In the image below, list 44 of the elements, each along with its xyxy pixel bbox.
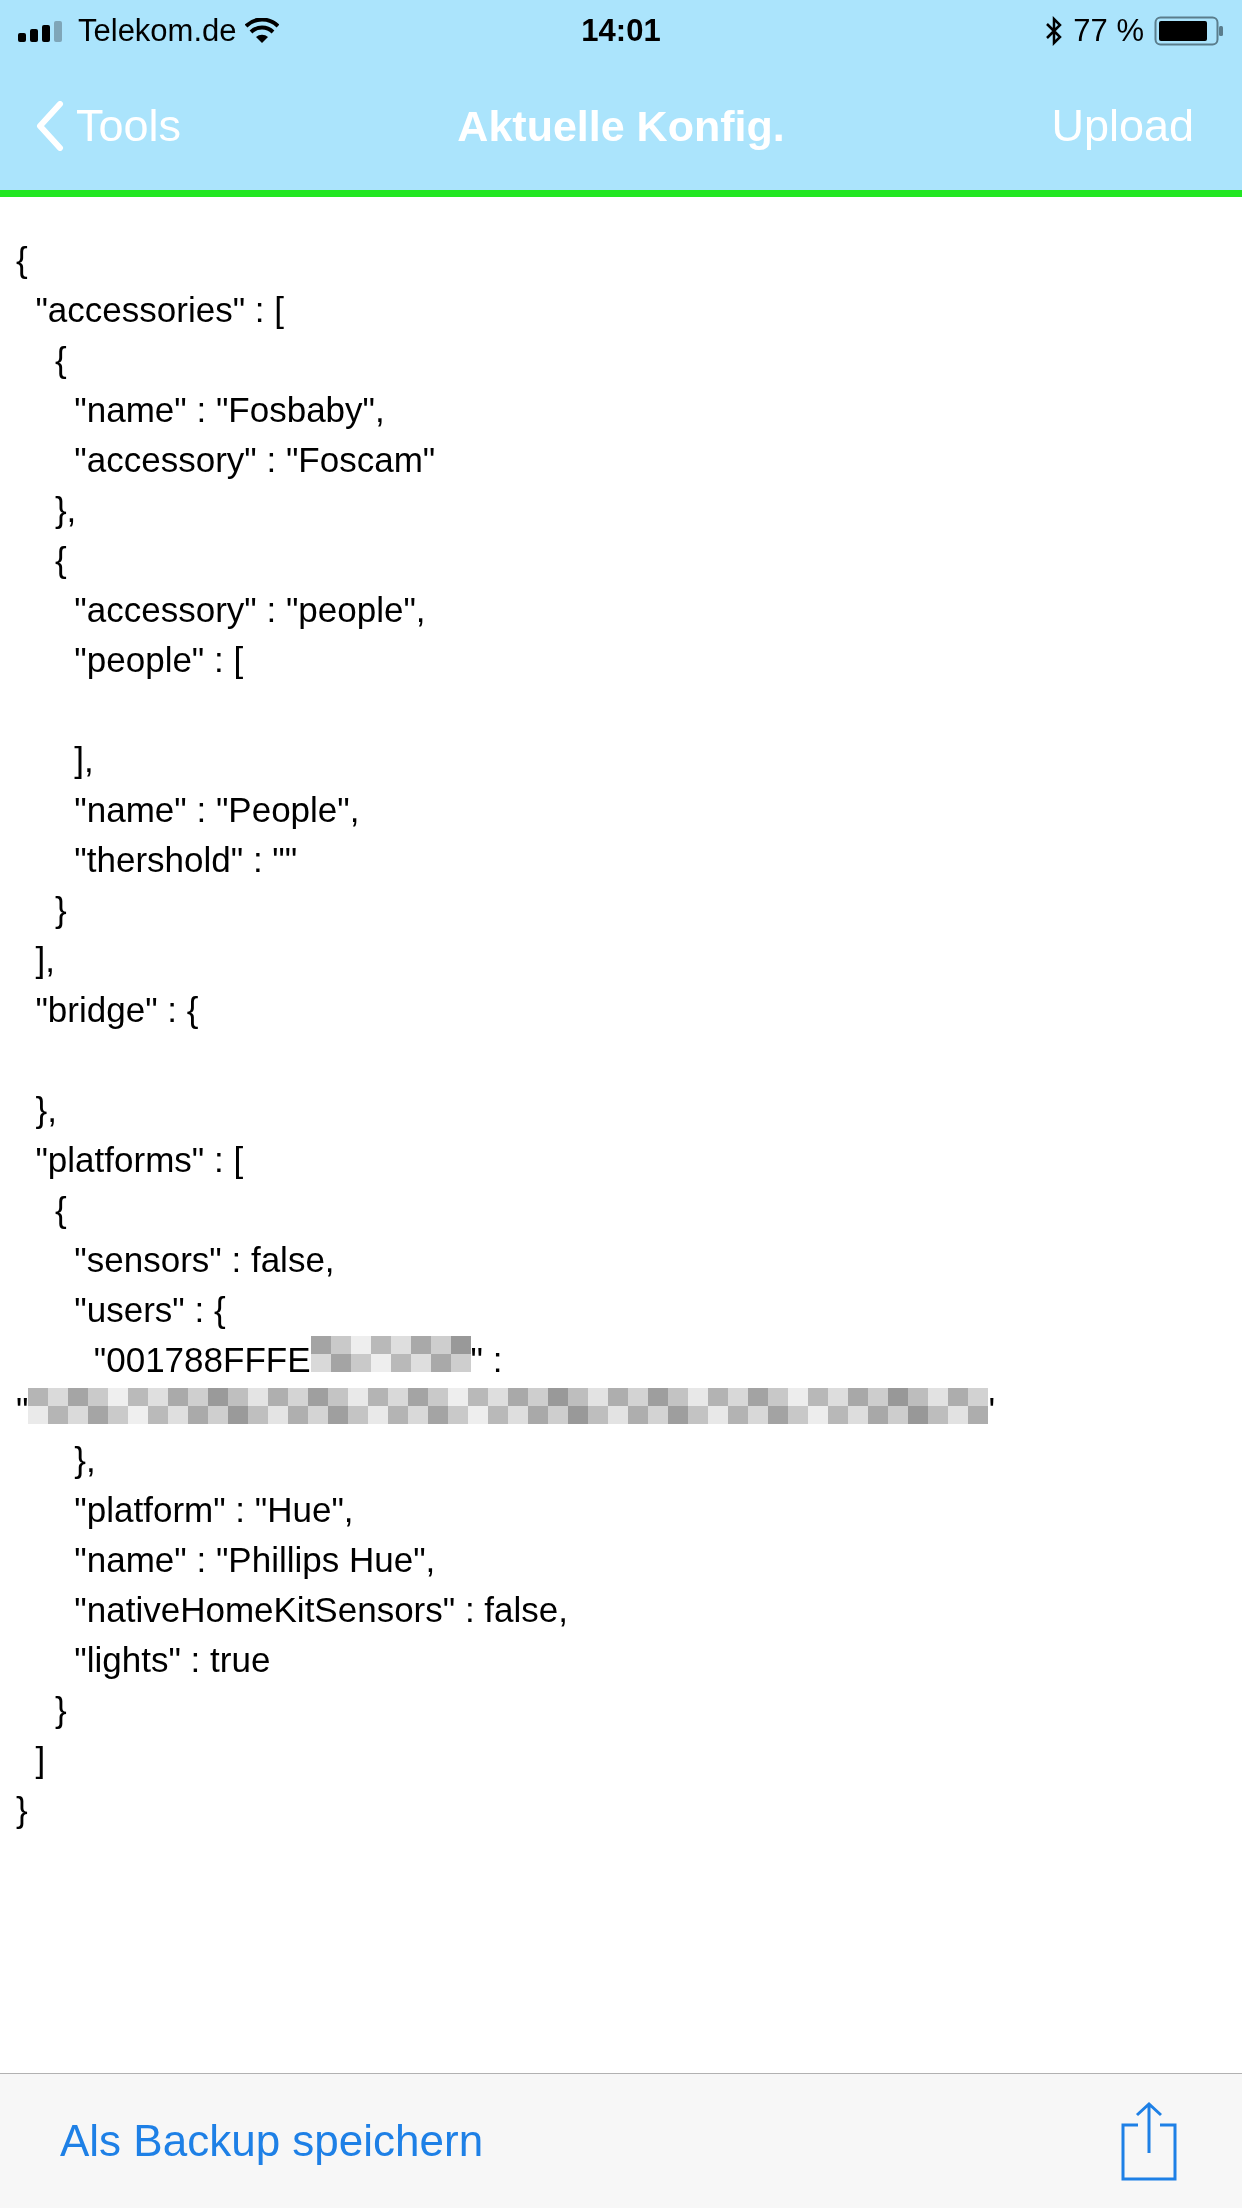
code-line: { <box>16 240 28 279</box>
code-line: }, <box>53 490 77 529</box>
battery-icon <box>1154 16 1224 46</box>
code-line: { <box>53 340 67 379</box>
code-line: "name" : "Phillips Hue", <box>73 1540 436 1579</box>
code-line: "people" : [ <box>73 640 244 679</box>
code-line: } <box>53 890 67 929</box>
code-text: ' <box>988 1389 996 1431</box>
code-line: ], <box>34 940 55 979</box>
carrier-name: Telekom.de <box>78 11 237 50</box>
code-line: "accessory" : "Foscam" <box>73 440 436 479</box>
code-line: } <box>53 1690 67 1729</box>
code-line: "accessories" : [ <box>34 290 284 329</box>
code-line: { <box>53 540 67 579</box>
code-line: ], <box>73 740 94 779</box>
code-line: }, <box>73 1440 96 1479</box>
code-line: ] <box>34 1740 46 1779</box>
code-line: "nativeHomeKitSensors" : false, <box>73 1590 569 1629</box>
code-line: "name" : "People", <box>73 790 360 829</box>
back-button[interactable]: Tools <box>36 92 182 160</box>
code-text: " : <box>470 1339 503 1381</box>
code-line: }, <box>34 1090 57 1129</box>
code-line: "users" : { <box>73 1290 226 1329</box>
code-text: " <box>16 1389 29 1431</box>
share-icon <box>1120 2101 1178 2181</box>
code-line: "name" : "Fosbaby", <box>73 390 385 429</box>
code-line: "platforms" : [ <box>34 1140 244 1179</box>
wifi-icon <box>244 18 279 44</box>
code-line: "sensors" : false, <box>73 1240 335 1279</box>
code-text: "001788FFFE <box>92 1339 311 1381</box>
battery-percent: 77 % <box>1073 11 1144 50</box>
code-line: "lights" : true <box>73 1640 271 1679</box>
code-line: { <box>53 1190 67 1229</box>
upload-button[interactable]: Upload <box>1051 92 1206 160</box>
code-line: "platform" : "Hue", <box>73 1490 354 1529</box>
code-line: "accessory" : "people", <box>73 590 426 629</box>
status-time: 14:01 <box>581 11 661 50</box>
screen-title: Aktuelle Konfig. <box>457 100 785 152</box>
code-line: } <box>16 1790 28 1829</box>
backup-link[interactable]: Als Backup speichern <box>60 2108 484 2174</box>
code-line: "bridge" : { <box>34 990 199 1029</box>
chevron-left-icon <box>36 101 64 151</box>
code-line: "thershold" : "" <box>73 840 298 879</box>
bluetooth-icon <box>1045 16 1064 46</box>
